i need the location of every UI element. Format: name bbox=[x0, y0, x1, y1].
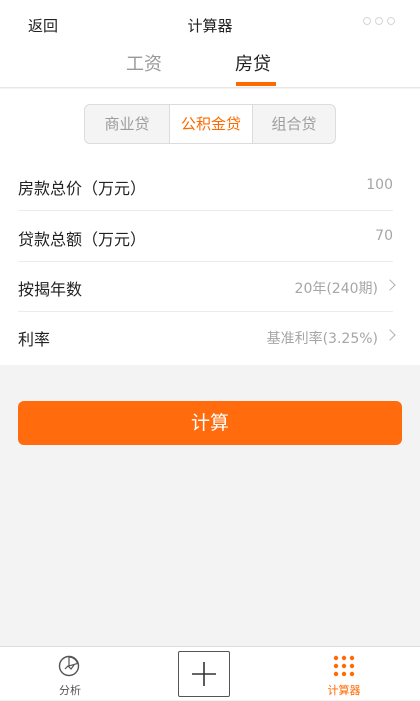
bottom-tab-bar: 分析 计算器 bbox=[0, 646, 420, 700]
loan-type-combined[interactable]: 组合贷 bbox=[253, 105, 335, 143]
analysis-label: 分析 bbox=[59, 684, 81, 697]
bottom-tab-analysis[interactable]: 分析 bbox=[40, 647, 100, 701]
interest-rate-value: 基准利率(3.25%) bbox=[266, 331, 378, 347]
dot-icon bbox=[387, 17, 395, 25]
calculate-button[interactable]: 计算 bbox=[18, 401, 402, 445]
chevron-right-icon bbox=[384, 329, 396, 341]
loan-amount-input[interactable]: 70 bbox=[375, 228, 393, 244]
dot-icon bbox=[375, 17, 383, 25]
interest-rate-row[interactable]: 利率 基准利率(3.25%) bbox=[0, 312, 420, 362]
loan-type-provident-fund[interactable]: 公积金贷 bbox=[169, 105, 253, 143]
loan-amount-label: 贷款总额（万元） bbox=[18, 230, 147, 249]
analysis-icon bbox=[58, 655, 80, 677]
house-price-row[interactable]: 房款总价（万元） 100 bbox=[0, 161, 420, 211]
calculator-label: 计算器 bbox=[327, 684, 361, 697]
tab-mortgage[interactable]: 房贷 bbox=[235, 50, 271, 76]
chevron-right-icon bbox=[384, 279, 396, 291]
tab-salary[interactable]: 工资 bbox=[126, 50, 162, 76]
calculator-keypad-icon bbox=[333, 655, 355, 677]
tab-bar: 工资 房贷 bbox=[0, 44, 420, 88]
dot-icon bbox=[363, 17, 371, 25]
loan-term-label: 按揭年数 bbox=[18, 280, 83, 299]
loan-term-value: 20年(240期) bbox=[294, 281, 378, 297]
more-menu-icon[interactable] bbox=[360, 12, 400, 32]
loan-type-commercial[interactable]: 商业贷 bbox=[85, 105, 169, 143]
mortgage-form: 商业贷 公积金贷 组合贷 房款总价（万元） 100 贷款总额（万元） 70 按揭… bbox=[0, 89, 420, 365]
divider bbox=[18, 210, 393, 211]
loan-amount-row[interactable]: 贷款总额（万元） 70 bbox=[0, 212, 420, 262]
interest-rate-label: 利率 bbox=[18, 330, 51, 349]
nav-bar: 返回 计算器 bbox=[0, 0, 420, 44]
loan-term-row[interactable]: 按揭年数 20年(240期) bbox=[0, 262, 420, 312]
loan-type-selector: 商业贷 公积金贷 组合贷 bbox=[84, 104, 336, 144]
plus-icon bbox=[192, 662, 216, 686]
header: 返回 计算器 工资 房贷 bbox=[0, 0, 420, 88]
page-title: 计算器 bbox=[187, 17, 233, 35]
add-button[interactable] bbox=[178, 651, 230, 697]
bottom-tab-calculator[interactable]: 计算器 bbox=[314, 647, 374, 701]
house-price-input[interactable]: 100 bbox=[366, 177, 393, 193]
house-price-label: 房款总价（万元） bbox=[18, 179, 147, 198]
active-tab-indicator bbox=[236, 82, 276, 86]
